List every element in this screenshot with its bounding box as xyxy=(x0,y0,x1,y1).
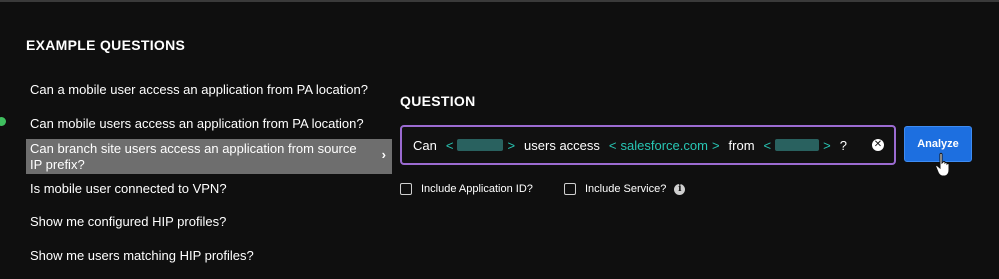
slot-open-bracket: < xyxy=(445,137,454,153)
close-circle-icon[interactable]: ✕ xyxy=(872,139,884,151)
example-question-item[interactable]: Can mobile users access an application f… xyxy=(26,116,392,132)
slot-close-bracket: > xyxy=(507,137,516,153)
example-question-label: Can branch site users access an applicat… xyxy=(30,141,357,172)
check-dot-icon xyxy=(0,117,6,126)
slot-open-bracket: < xyxy=(763,137,772,153)
include-application-id-label: Include Application ID? xyxy=(421,183,533,195)
redacted-value xyxy=(775,139,820,151)
application-slot[interactable]: < salesforce.com > xyxy=(609,138,720,153)
example-question-label: Show me configured HIP profiles? xyxy=(30,214,227,229)
example-question-item[interactable]: Show me configured HIP profiles? xyxy=(26,214,392,230)
slot-close-bracket: > xyxy=(823,137,831,153)
include-service-checkbox[interactable] xyxy=(564,183,576,195)
slot-open-bracket: < xyxy=(608,137,617,153)
example-question-item[interactable]: Is mobile user connected to VPN? xyxy=(26,181,392,197)
hand-pointer-icon xyxy=(935,152,950,177)
user-type-slot[interactable]: < > xyxy=(446,138,515,153)
question-query-input[interactable]: Can < > users access < salesforce.com > … xyxy=(400,125,896,165)
slot-close-bracket: > xyxy=(711,137,720,153)
redacted-value xyxy=(457,139,504,151)
include-service-option[interactable]: Include Service? i xyxy=(564,183,686,195)
query-word-users-access: users access xyxy=(524,137,600,153)
query-question-mark: ? xyxy=(839,137,847,153)
source-slot[interactable]: < > xyxy=(764,138,831,153)
chevron-right-icon: › xyxy=(381,147,386,162)
example-questions-heading: EXAMPLE QUESTIONS xyxy=(26,37,186,53)
query-word-from: from xyxy=(728,137,755,153)
example-question-item[interactable]: Show me users matching HIP profiles? xyxy=(26,248,392,264)
example-question-label: Can mobile users access an application f… xyxy=(30,116,364,131)
include-application-id-checkbox[interactable] xyxy=(400,183,412,195)
top-divider xyxy=(0,0,999,2)
example-question-item-selected[interactable]: Can branch site users access an applicat… xyxy=(26,139,392,174)
example-question-label: Show me users matching HIP profiles? xyxy=(30,248,254,263)
application-value: salesforce.com xyxy=(620,137,708,153)
info-icon[interactable]: i xyxy=(674,183,686,195)
include-service-label: Include Service? xyxy=(585,183,667,195)
example-question-label: Can a mobile user access an application … xyxy=(30,82,368,97)
query-word-can: Can xyxy=(413,137,437,153)
example-question-item[interactable]: Can a mobile user access an application … xyxy=(26,82,392,98)
question-heading: QUESTION xyxy=(400,93,476,109)
include-application-id-option[interactable]: Include Application ID? xyxy=(400,183,533,195)
example-question-label: Is mobile user connected to VPN? xyxy=(30,181,227,196)
